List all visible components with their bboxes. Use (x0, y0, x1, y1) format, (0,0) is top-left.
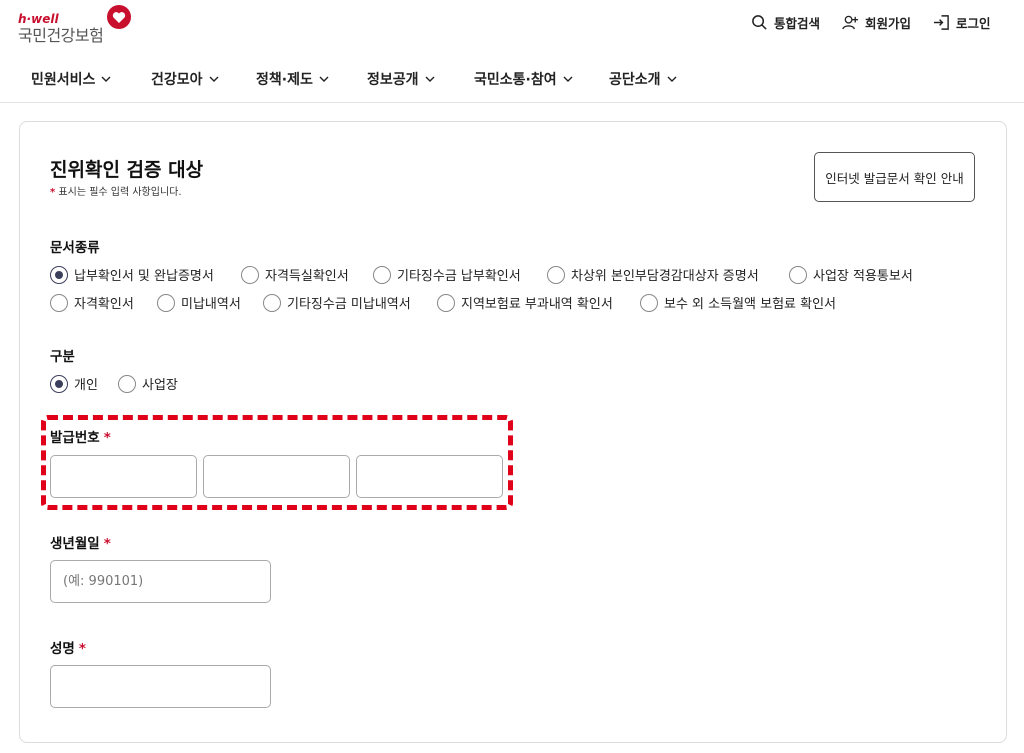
issue-number-input-2[interactable] (203, 455, 350, 498)
doc-type-radio-regional-premium[interactable]: 지역보험료 부과내역 확인서 (437, 293, 613, 312)
radio-unchecked-icon (50, 293, 68, 312)
radio-checked-icon (50, 374, 68, 393)
radio-unchecked-icon (157, 293, 175, 312)
birth-date-label: 생년월일 * (50, 536, 111, 552)
issue-number-label: 발급번호 * (50, 430, 111, 446)
nav-item-communication[interactable]: 국민소통·참여 (474, 69, 573, 89)
login-link[interactable]: 로그인 (933, 13, 991, 32)
required-mark: * (103, 430, 111, 446)
radio-unchecked-icon (118, 374, 136, 393)
issue-number-input-3[interactable] (356, 455, 503, 498)
login-icon (933, 15, 949, 30)
search-link[interactable]: 통합검색 (751, 13, 820, 32)
doc-type-radio-other-unpaid[interactable]: 기타징수금 미납내역서 (263, 293, 411, 312)
radio-unchecked-icon (373, 265, 391, 284)
doc-type-radio-workplace-notice[interactable]: 사업장 적용통보서 (789, 265, 913, 284)
doc-type-radio-eligibility-confirmation[interactable]: 자격확인서 (50, 293, 134, 312)
logo-name-text: 국민건강보험 (18, 26, 104, 45)
doc-type-radio-eligibility-history[interactable]: 자격득실확인서 (241, 265, 349, 284)
radio-unchecked-icon (437, 293, 455, 312)
name-label: 성명 * (50, 641, 86, 657)
nav-item-policy[interactable]: 정책·제도 (256, 69, 329, 89)
doc-type-radio-payment-confirmation[interactable]: 납부확인서 및 완납증명서 (50, 265, 214, 284)
doc-type-radio-other-payment[interactable]: 기타징수금 납부확인서 (373, 265, 521, 284)
search-label: 통합검색 (774, 16, 821, 31)
chevron-down-icon (425, 76, 435, 82)
signup-label: 회원가입 (865, 16, 912, 31)
birth-date-input[interactable] (50, 560, 271, 603)
add-user-icon (842, 15, 859, 30)
doc-type-label: 문서종류 (50, 240, 100, 256)
chevron-down-icon (563, 76, 573, 82)
required-mark: * (103, 536, 111, 552)
category-radio-individual[interactable]: 개인 (50, 374, 98, 393)
nav-item-disclosure[interactable]: 정보공개 (367, 69, 435, 89)
chevron-down-icon (319, 76, 329, 82)
doc-type-radio-near-poverty-certificate[interactable]: 차상위 본인부담경감대상자 증명서 (547, 265, 759, 284)
radio-unchecked-icon (547, 265, 565, 284)
nav-item-health-moa[interactable]: 건강모아 (151, 69, 219, 89)
radio-unchecked-icon (263, 293, 281, 312)
heart-logo-icon (107, 5, 131, 29)
main-nav: 민원서비스 건강모아 정책·제도 정보공개 국민소통·참여 공단소개 (0, 55, 1024, 103)
login-label: 로그인 (956, 16, 991, 31)
required-mark: * (78, 641, 86, 657)
name-input[interactable] (50, 665, 271, 708)
signup-link[interactable]: 회원가입 (842, 13, 911, 32)
radio-unchecked-icon (241, 265, 259, 284)
chevron-down-icon (667, 76, 677, 82)
required-mark: * (50, 187, 56, 198)
radio-unchecked-icon (640, 293, 658, 312)
radio-unchecked-icon (789, 265, 807, 284)
radio-checked-icon (50, 265, 68, 284)
doc-type-radio-unpaid-statement[interactable]: 미납내역서 (157, 293, 241, 312)
chevron-down-icon (209, 76, 219, 82)
search-icon (752, 15, 767, 30)
chevron-down-icon (101, 76, 111, 82)
nav-item-about[interactable]: 공단소개 (609, 69, 677, 89)
required-note: * 표시는 필수 입력 사항입니다. (50, 187, 182, 198)
nav-item-civil-service[interactable]: 민원서비스 (31, 69, 111, 89)
category-label: 구분 (50, 349, 75, 365)
page-title: 진위확인 검증 대상 (50, 159, 204, 181)
issued-document-guide-button[interactable]: 인터넷 발급문서 확인 안내 (814, 152, 975, 202)
category-radio-workplace[interactable]: 사업장 (118, 374, 178, 393)
doc-type-radio-extra-income-premium[interactable]: 보수 외 소득월액 보험료 확인서 (640, 293, 836, 312)
issue-number-input-1[interactable] (50, 455, 197, 498)
site-header: h·well 국민건강보험 통합검색 회원가입 로그인 (0, 0, 1024, 55)
